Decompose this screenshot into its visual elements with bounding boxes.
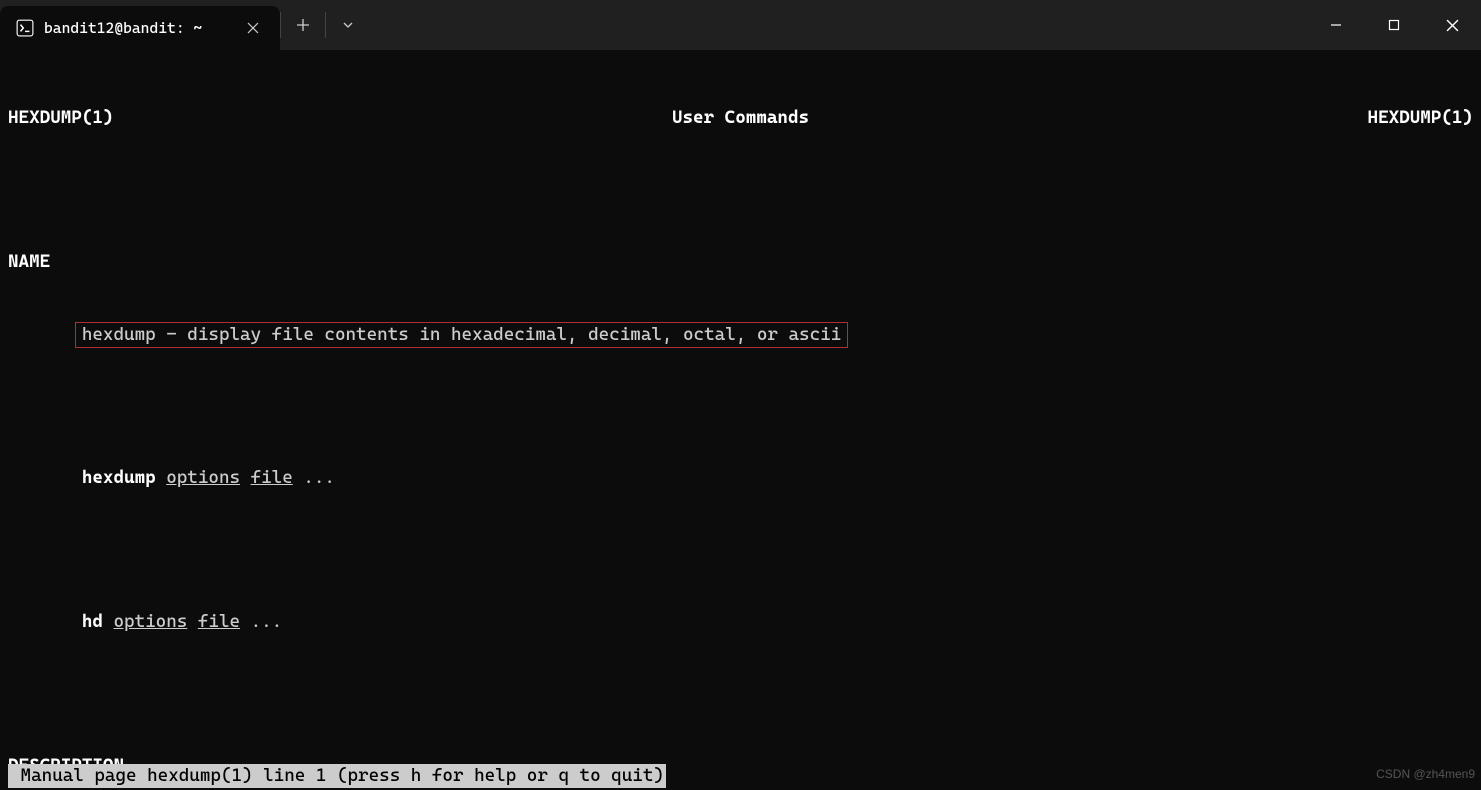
synopsis-options: options <box>113 611 187 632</box>
tab-title: bandit12@bandit: ~ <box>44 19 202 37</box>
synopsis-tail: ... <box>240 611 282 632</box>
terminal-viewport[interactable]: HEXDUMP(1) User Commands HEXDUMP(1) NAME… <box>0 50 1481 790</box>
window-controls <box>1307 0 1481 50</box>
terminal-icon <box>16 19 34 37</box>
synopsis-cmd: hd <box>82 611 114 632</box>
man-header-left: HEXDUMP(1) <box>8 106 113 130</box>
man-header: HEXDUMP(1) User Commands HEXDUMP(1) <box>8 106 1473 130</box>
section-name: NAME <box>8 251 50 272</box>
synopsis-file: file <box>251 467 293 488</box>
synopsis-cmd: hexdump <box>82 467 166 488</box>
tab-dropdown-button[interactable] <box>326 0 370 50</box>
synopsis-options: options <box>166 467 240 488</box>
tab-close-button[interactable] <box>240 15 266 41</box>
terminal-tab[interactable]: bandit12@bandit: ~ <box>0 6 280 50</box>
maximize-button[interactable] <box>1365 0 1423 50</box>
minimize-button[interactable] <box>1307 0 1365 50</box>
synopsis-file: file <box>198 611 240 632</box>
close-window-button[interactable] <box>1423 0 1481 50</box>
name-line-box: hexdump - display file contents in hexad… <box>75 322 848 348</box>
man-status-bar: Manual page hexdump(1) line 1 (press h f… <box>8 764 666 788</box>
watermark: CSDN @zh4men9 <box>1376 762 1475 786</box>
titlebar: bandit12@bandit: ~ <box>0 0 1481 50</box>
synopsis-tail: ... <box>293 467 335 488</box>
man-header-right: HEXDUMP(1) <box>1368 106 1473 130</box>
new-tab-button[interactable] <box>281 0 325 50</box>
man-header-center: User Commands <box>672 106 809 130</box>
